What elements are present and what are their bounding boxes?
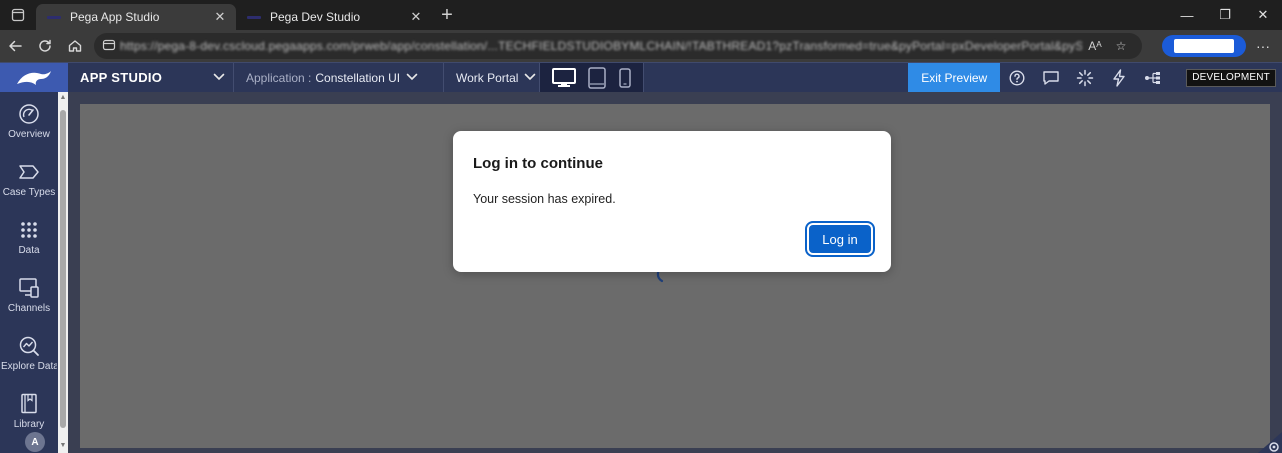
- explore-data-icon: [18, 335, 40, 357]
- maximize-icon[interactable]: ❐: [1206, 0, 1244, 30]
- tab-title: Pega Dev Studio: [270, 10, 361, 24]
- comment-icon[interactable]: [1034, 63, 1068, 93]
- scrollbar-thumb[interactable]: [60, 110, 66, 428]
- chevron-down-icon: [406, 72, 418, 84]
- case-type-icon: [18, 161, 40, 183]
- tab-pega-dev-studio[interactable]: Pega Dev Studio ✕: [236, 4, 432, 30]
- studio-name: APP STUDIO: [80, 70, 163, 85]
- data-grid-icon: [20, 219, 38, 241]
- desktop-icon[interactable]: [552, 67, 577, 88]
- pega-favicon-icon: [246, 10, 262, 24]
- browser-tab-strip: Pega App Studio ✕ Pega Dev Studio ✕ + — …: [0, 0, 1282, 30]
- left-navigation: Overview Case Types Data Channels Explor…: [0, 92, 58, 453]
- nav-item-library[interactable]: Library: [0, 382, 58, 440]
- nav-item-channels[interactable]: Channels: [0, 266, 58, 324]
- application-name: Constellation UI: [315, 70, 401, 85]
- scroll-down-icon[interactable]: ▼: [59, 442, 67, 450]
- help-icon[interactable]: [1000, 63, 1034, 93]
- avatar[interactable]: A: [25, 432, 45, 452]
- session-expired-dialog: Log in to continue Your session has expi…: [453, 131, 891, 272]
- browser-menu-icon[interactable]: ···: [1246, 38, 1280, 54]
- nav-label: Case Types: [2, 186, 56, 198]
- profile-button[interactable]: [1162, 35, 1246, 57]
- dialog-message: Your session has expired.: [473, 192, 616, 206]
- back-icon[interactable]: [0, 30, 30, 62]
- nav-label: Channels: [7, 302, 51, 314]
- hierarchy-icon[interactable]: [1136, 63, 1170, 93]
- pega-logo-icon[interactable]: [0, 62, 68, 93]
- read-aloud-icon[interactable]: Aᴬ: [1082, 39, 1108, 53]
- loading-activity-icon[interactable]: [1068, 63, 1102, 93]
- home-icon[interactable]: [60, 30, 90, 62]
- address-bar[interactable]: https://pega-8-dev.cscloud.pegaapps.com/…: [94, 33, 1142, 59]
- nav-item-case-types[interactable]: Case Types: [0, 150, 58, 208]
- device-preview-switcher: [540, 62, 644, 93]
- window-controls: — ❐ ✕: [1168, 0, 1282, 30]
- settings-gear-icon[interactable]: [1250, 432, 1282, 453]
- chevron-down-icon: [213, 72, 233, 84]
- pega-header: APP STUDIO Application : Constellation U…: [0, 62, 1282, 93]
- nav-item-data[interactable]: Data: [0, 208, 58, 266]
- nav-label: Explore Data: [1, 360, 57, 372]
- profile-name-redacted: [1174, 39, 1234, 53]
- tab-close-icon[interactable]: ✕: [212, 9, 228, 25]
- new-tab-button[interactable]: +: [432, 0, 462, 30]
- nav-item-overview[interactable]: Overview: [0, 92, 58, 150]
- reload-icon[interactable]: [30, 30, 60, 62]
- nav-item-explore-data[interactable]: Explore Data: [0, 324, 58, 382]
- favorite-star-icon[interactable]: ☆: [1108, 39, 1134, 53]
- url-text: https://pega-8-dev.cscloud.pegaapps.com/…: [120, 39, 1082, 53]
- application-selector[interactable]: Application : Constellation UI: [234, 62, 444, 93]
- channels-icon: [18, 277, 40, 299]
- tab-actions-icon[interactable]: [0, 0, 36, 30]
- pega-favicon-icon: [46, 10, 62, 24]
- environment-badge: DEVELOPMENT: [1186, 68, 1276, 87]
- exit-preview-button[interactable]: Exit Preview: [908, 62, 1001, 93]
- tablet-icon[interactable]: [588, 66, 607, 89]
- gauge-icon: [18, 103, 40, 125]
- nav-label: Data: [18, 244, 40, 256]
- studio-switcher[interactable]: APP STUDIO: [68, 62, 234, 93]
- nav-label: Library: [13, 418, 45, 430]
- dialog-title: Log in to continue: [473, 155, 603, 172]
- tab-pega-app-studio[interactable]: Pega App Studio ✕: [36, 4, 236, 30]
- application-prefix: Application :: [246, 70, 312, 85]
- minimize-icon[interactable]: —: [1168, 0, 1206, 30]
- mobile-icon[interactable]: [619, 67, 631, 88]
- left-nav-scrollbar[interactable]: ▲ ▼: [58, 92, 68, 453]
- browser-toolbar: https://pega-8-dev.cscloud.pegaapps.com/…: [0, 30, 1282, 62]
- tab-title: Pega App Studio: [70, 10, 160, 24]
- window-close-icon[interactable]: ✕: [1244, 0, 1282, 30]
- lightning-icon[interactable]: [1102, 63, 1136, 93]
- library-icon: [19, 393, 39, 415]
- site-info-icon[interactable]: [102, 38, 120, 55]
- nav-label: Overview: [8, 128, 50, 140]
- portal-selector[interactable]: Work Portal: [444, 62, 540, 93]
- chevron-down-icon: [524, 72, 536, 84]
- portal-name: Work Portal: [456, 70, 519, 85]
- tab-close-icon[interactable]: ✕: [408, 9, 424, 25]
- log-in-button[interactable]: Log in: [805, 221, 875, 257]
- scroll-up-icon[interactable]: ▲: [59, 94, 67, 102]
